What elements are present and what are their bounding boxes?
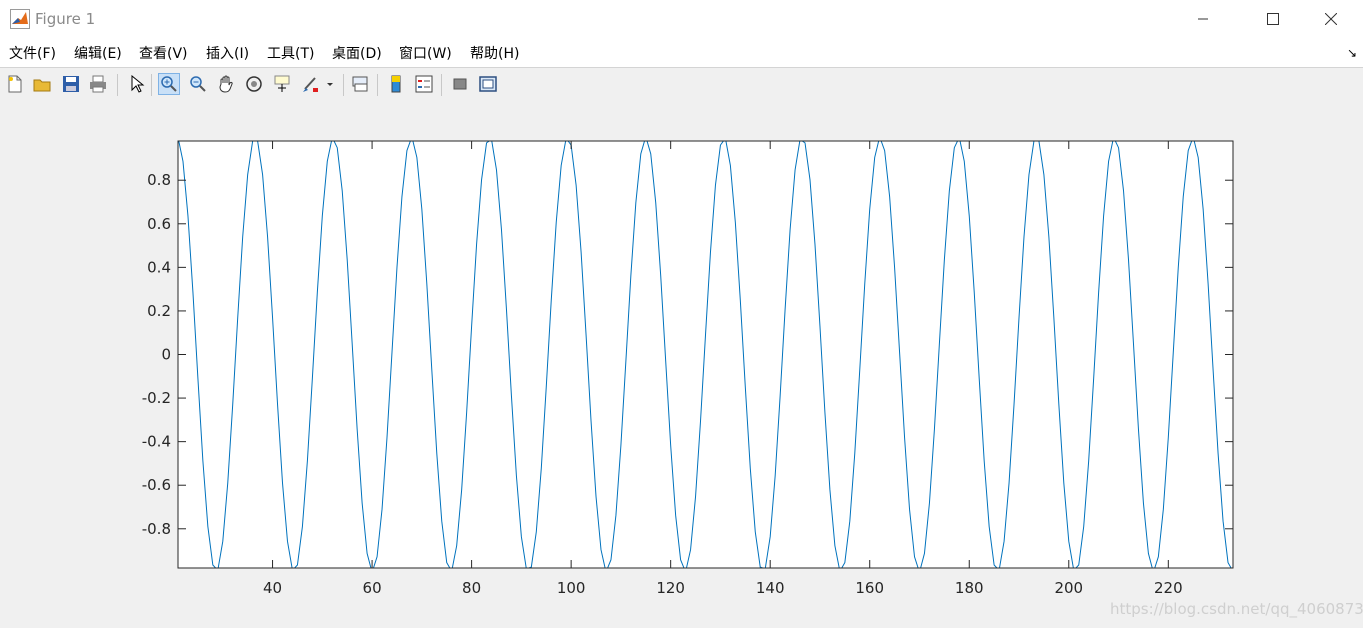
x-tick-label: 160 — [855, 579, 884, 597]
menu-help[interactable]: 帮助(H) — [470, 43, 519, 63]
zoom-in-icon — [161, 76, 177, 92]
x-tick-label: 180 — [955, 579, 984, 597]
pan-hand-icon — [219, 75, 233, 93]
print-button[interactable] — [87, 73, 109, 95]
menu-edit[interactable]: 编辑(E) — [74, 43, 122, 63]
save-button[interactable] — [60, 73, 82, 95]
menu-window[interactable]: 窗口(W) — [399, 43, 452, 63]
x-tick-label: 140 — [756, 579, 785, 597]
title-bar: Figure 1 — [0, 0, 1363, 38]
line-chart[interactable]: 40 60 80 100 120 140 160 180 200 220 0.8 0.6 0.4 0.2 0… — [0, 101, 1363, 628]
new-figure-button[interactable] — [4, 73, 26, 95]
zoom-in-button[interactable] — [158, 73, 180, 95]
minimize-icon — [1198, 18, 1208, 20]
data-cursor-button[interactable] — [271, 73, 293, 95]
print-icon — [90, 75, 106, 93]
x-tick-label: 200 — [1054, 579, 1083, 597]
hide-plot-tools-button[interactable] — [449, 73, 471, 95]
new-figure-icon — [8, 75, 22, 93]
rotate-3d-icon — [246, 76, 262, 92]
menu-view[interactable]: 查看(V) — [139, 43, 188, 63]
y-tick-label: 0.2 — [147, 302, 171, 320]
window-title: Figure 1 — [35, 10, 96, 28]
menu-insert[interactable]: 插入(I) — [206, 43, 249, 63]
colorbar-button[interactable] — [385, 73, 407, 95]
menu-bar: 文件(F) 编辑(E) 查看(V) 插入(I) 工具(T) 桌面(D) 窗口(W… — [0, 38, 1363, 67]
toolbar-separator — [441, 74, 442, 96]
zoom-out-button[interactable] — [187, 73, 209, 95]
plot-background — [178, 141, 1233, 568]
y-tick-label: 0.6 — [147, 215, 171, 233]
open-file-icon — [33, 79, 51, 92]
open-file-button[interactable] — [31, 73, 53, 95]
hide-plot-tools-icon — [453, 78, 467, 90]
edit-plot-button[interactable] — [125, 73, 147, 95]
toolbar-separator — [343, 74, 344, 96]
menu-desktop[interactable]: 桌面(D) — [332, 43, 382, 63]
x-tick-label: 80 — [462, 579, 481, 597]
show-plot-tools-icon — [479, 76, 497, 92]
toolbar-separator — [151, 74, 152, 96]
y-tick-label: -0.6 — [142, 476, 171, 494]
link-plot-button[interactable] — [349, 73, 371, 95]
maximize-icon — [1267, 13, 1279, 25]
data-cursor-icon — [274, 75, 290, 92]
brush-dropdown-button[interactable] — [323, 73, 337, 95]
show-plot-tools-button[interactable] — [477, 73, 499, 95]
close-icon — [1325, 13, 1337, 25]
y-tick-label: 0.4 — [147, 258, 171, 276]
brush-icon — [303, 77, 318, 92]
pan-button[interactable] — [215, 73, 237, 95]
menu-tools[interactable]: 工具(T) — [267, 43, 314, 63]
maximize-button[interactable] — [1250, 0, 1296, 38]
x-tick-label: 40 — [263, 579, 282, 597]
brush-button[interactable] — [299, 73, 321, 95]
zoom-out-icon — [190, 76, 206, 92]
edit-plot-arrow-icon — [131, 75, 145, 93]
x-tick-label: 220 — [1154, 579, 1183, 597]
y-tick-label: -0.8 — [142, 520, 171, 538]
x-tick-label: 120 — [656, 579, 685, 597]
close-button[interactable] — [1308, 0, 1354, 38]
figure-toolbar — [0, 67, 1363, 102]
figure-canvas: 40 60 80 100 120 140 160 180 200 220 0.8 0.6 0.4 0.2 0… — [0, 101, 1363, 628]
menu-file[interactable]: 文件(F) — [9, 43, 56, 63]
brush-dropdown-icon — [327, 83, 333, 86]
toolbar-separator — [117, 74, 118, 96]
link-plot-icon — [352, 76, 368, 92]
minimize-button[interactable] — [1180, 0, 1226, 38]
y-tick-label: 0 — [161, 346, 171, 364]
toolbar-separator — [377, 74, 378, 96]
legend-button[interactable] — [413, 73, 435, 95]
colorbar-icon — [391, 75, 401, 93]
x-tick-label: 60 — [363, 579, 382, 597]
y-tick-label: -0.2 — [142, 389, 171, 407]
y-tick-label: -0.4 — [142, 433, 171, 451]
matlab-logo-icon — [10, 9, 30, 29]
save-icon — [63, 76, 79, 92]
rotate-3d-button[interactable] — [243, 73, 265, 95]
watermark-text: https://blog.csdn.net/qq_40608730 — [1110, 600, 1363, 618]
x-tick-label: 100 — [557, 579, 586, 597]
dock-arrow-icon[interactable]: ↘ — [1347, 46, 1357, 60]
legend-icon — [415, 75, 433, 93]
y-tick-label: 0.8 — [147, 171, 171, 189]
